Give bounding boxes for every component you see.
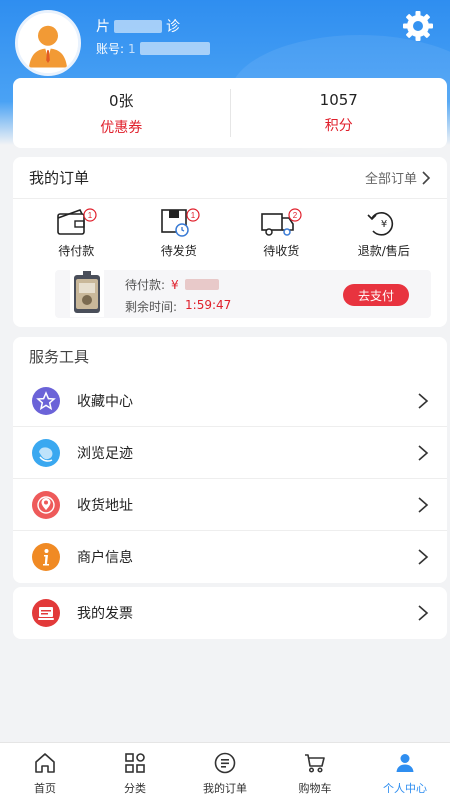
cart-icon [305,754,325,773]
service-label: 商户信息 [77,550,133,566]
user-name-suffix: 诊 [166,19,180,35]
stats-card: 0张 优惠券 1057 积分 [13,78,447,148]
account-prefix: 1 [128,41,136,56]
order-list-icon [214,752,236,774]
service-label: 收货地址 [77,497,133,514]
points-stat[interactable]: 1057 积分 [231,91,448,135]
info-icon [31,542,61,572]
pending-amount-prefix: ¥ [171,277,179,292]
status-label: 待付款 [58,244,95,258]
user-icon [396,754,414,772]
service-item-invoice[interactable]: 我的发票 [13,587,447,639]
wallet-icon: 1 [57,208,97,235]
avatar[interactable] [15,10,81,76]
coupon-label: 优惠券 [100,119,143,136]
invoice-icon [31,598,61,628]
status-badge: 2 [293,211,298,220]
tab-home[interactable]: 首页 [0,743,90,800]
order-status-pending-shipment[interactable]: 1 待发货 [139,206,219,259]
service-label: 浏览足迹 [77,445,133,462]
tab-label: 首页 [34,782,56,795]
points-count: 1057 [319,91,358,109]
service-label: 收藏中心 [77,393,133,410]
footprint-icon [31,438,61,468]
pending-order[interactable]: 待付款: ¥ 剩余时间: 1:59:47 去支付 [55,269,431,318]
order-status-pending-receipt[interactable]: 2 待收货 [241,206,321,259]
star-icon [31,386,61,416]
user-avatar-icon [18,13,78,73]
order-status-refund[interactable]: ¥ 退款/售后 [344,206,424,259]
settings-button[interactable] [400,8,436,44]
user-account: 账号: 1 [96,40,210,57]
chevron-right-icon [418,444,429,461]
service-item-history[interactable]: 浏览足迹 [13,427,447,479]
remaining-time-value: 1:59:47 [185,298,232,312]
chevron-right-icon [422,170,431,185]
chevron-right-icon [418,605,429,621]
service-item-merchant[interactable]: 商户信息 [13,531,447,583]
masked-account [139,42,210,55]
service-tools-title: 服务工具 [13,337,447,375]
orders-title: 我的订单 [29,169,90,187]
remaining-time: 剩余时间: 1:59:47 [125,298,231,315]
status-label: 待收货 [263,244,300,258]
orders-header: 我的订单 全部订单 [13,157,447,199]
user-name: 片 诊 [96,16,180,36]
service-item-address[interactable]: 收货地址 [13,479,447,531]
tab-label: 个人中心 [383,782,427,795]
service-item-favorites[interactable]: 收藏中心 [13,375,447,427]
location-icon [31,490,61,520]
remaining-time-label: 剩余时间: [125,300,178,314]
tab-label: 分类 [124,782,146,795]
pending-amount: 待付款: ¥ [125,276,219,293]
product-image [70,269,104,317]
all-orders-link[interactable]: 全部订单 [365,168,431,187]
truck-icon: 2 [261,208,302,236]
masked-amount [184,279,219,290]
chevron-right-icon [418,549,429,565]
gear-icon [403,11,433,41]
category-icon [125,753,145,773]
pay-button[interactable]: 去支付 [343,284,409,306]
masked-name [114,19,162,33]
tab-label: 我的订单 [203,782,247,795]
status-label: 退款/售后 [357,244,410,258]
tab-my-orders[interactable]: 我的订单 [180,743,270,800]
coupon-count: 0张 [108,91,134,110]
orders-card: 我的订单 全部订单 1 待付款 1 待发货 2 待收货 ¥ 退款/售后 待付款:… [13,157,447,327]
all-orders-label: 全部订单 [364,172,417,187]
svg-text:¥: ¥ [381,219,387,230]
status-label: 待发货 [160,244,197,258]
order-status-pending-payment[interactable]: 1 待付款 [36,206,116,259]
package-clock-icon: 1 [160,208,200,237]
account-label: 账号: [96,42,125,56]
pending-amount-label: 待付款: [125,278,166,292]
tab-category[interactable]: 分类 [90,743,180,800]
refund-icon: ¥ [367,212,393,236]
service-label: 我的发票 [77,606,133,622]
status-badge: 1 [88,211,93,220]
user-name-prefix: 片 [96,19,110,35]
tab-label: 购物车 [298,782,332,795]
order-status-row: 1 待付款 1 待发货 2 待收货 ¥ 退款/售后 [13,206,447,259]
bottom-tab-bar: 首页 分类 我的订单 购物车 个人中心 [0,742,450,800]
chevron-right-icon [418,392,429,409]
status-badge: 1 [191,211,196,220]
tab-cart[interactable]: 购物车 [270,743,360,800]
tab-profile[interactable]: 个人中心 [360,743,450,800]
home-icon [35,753,55,773]
coupon-stat[interactable]: 0张 优惠券 [13,90,230,137]
chevron-right-icon [418,496,429,513]
points-label: 积分 [324,118,353,134]
